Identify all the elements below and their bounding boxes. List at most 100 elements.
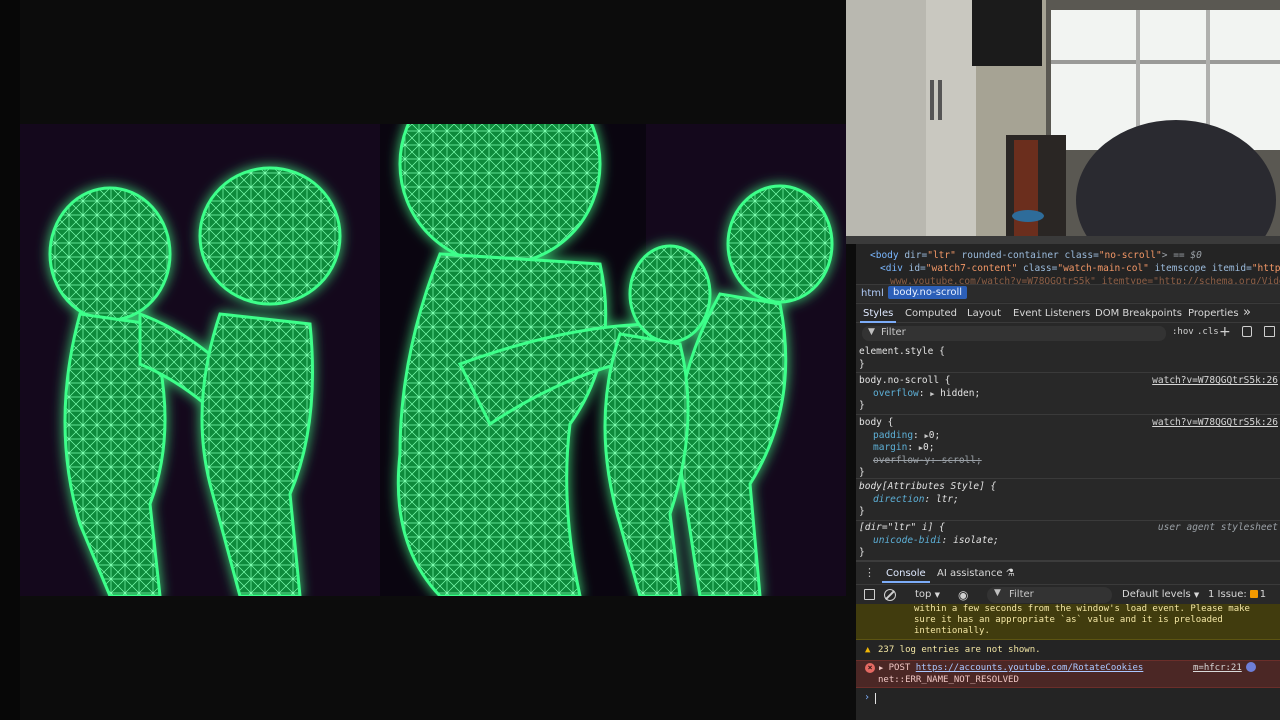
hidden-entries-note: ▲ 237 log entries are not shown.	[856, 644, 1280, 658]
dom-tag: <body	[870, 250, 899, 261]
filter-icon: ▼	[868, 327, 875, 337]
tab-properties[interactable]: Properties	[1188, 308, 1239, 319]
dom-attr-value: "ltr"	[927, 250, 956, 261]
console-prompt-icon: ›	[864, 692, 871, 703]
console-output: within a few seconds from the window's l…	[856, 604, 1280, 720]
css-property-overridden[interactable]: overflow-y	[873, 455, 930, 466]
css-value[interactable]: 0;	[923, 442, 934, 453]
styles-filter-row: ▼ Filter :hov .cls +	[856, 324, 1280, 343]
tab-styles[interactable]: Styles	[863, 308, 893, 319]
clear-icon[interactable]	[884, 589, 896, 601]
rule-source-label: user agent stylesheet	[1157, 522, 1278, 533]
styles-filter-input[interactable]	[862, 326, 1166, 341]
console-input-caret[interactable]	[875, 693, 876, 704]
dom-attr-value: "no-scroll"	[1098, 250, 1162, 261]
dom-selected-marker: > == $0	[1161, 250, 1202, 261]
webcam-image	[846, 0, 1280, 244]
style-rules: element.style { } body.no-scroll { watch…	[856, 344, 1280, 560]
rule-source-link[interactable]: watch?v=W78QGQtrS5k:26	[1152, 375, 1278, 388]
tab-dom-breakpoints[interactable]: DOM Breakpoints	[1095, 308, 1182, 319]
error-source-link[interactable]: m=hfcr:21	[1193, 663, 1242, 674]
rule-attributes-style: body[Attributes Style] { direction: ltr;…	[856, 481, 1280, 521]
drawer-tabbar: ⋮ Console AI assistance ⚗	[856, 562, 1280, 584]
issues-label: 1 Issue:	[1208, 589, 1247, 600]
warning-icon: ▲	[865, 645, 871, 655]
css-property: unicode-bidi	[873, 534, 942, 546]
hov-button[interactable]: :hov	[1172, 327, 1194, 337]
drawer-menu-icon[interactable]: ⋮	[864, 566, 875, 579]
rule-close: }	[859, 506, 865, 517]
context-select[interactable]: top ▼	[915, 589, 940, 600]
dom-attr: rounded-container class=	[955, 250, 1099, 261]
rule-selector[interactable]: element.style {	[859, 346, 1280, 359]
eye-icon[interactable]: ◉	[958, 588, 968, 602]
css-value-overridden[interactable]: scroll;	[942, 455, 982, 466]
log-levels-label: Default levels	[1122, 589, 1191, 600]
breadcrumb-html[interactable]: html	[861, 288, 884, 299]
neon-dancers-image	[20, 124, 846, 596]
css-value[interactable]: hidden;	[940, 388, 980, 399]
active-tab-indicator	[860, 321, 896, 323]
filter-icon: ▼	[994, 588, 1001, 598]
tab-ai-label: AI assistance	[937, 568, 1003, 579]
plus-icon[interactable]: +	[1219, 324, 1231, 340]
rule-close: }	[859, 467, 865, 478]
dom-attr-value: "watch7-content"	[925, 263, 1018, 274]
breadcrumb-body[interactable]: body.no-scroll	[888, 286, 968, 299]
sidebar-icon[interactable]	[1264, 326, 1275, 337]
issue-count: 1	[1259, 589, 1267, 600]
video-frame[interactable]	[20, 124, 846, 596]
dom-attr: dir=	[898, 250, 928, 261]
dom-tag: <div	[880, 263, 903, 274]
rule-source-link[interactable]: watch?v=W78QGQtrS5k:26	[1152, 417, 1278, 430]
breadcrumb: html body.no-scroll	[856, 284, 1280, 302]
css-property[interactable]: overflow	[873, 388, 919, 399]
paint-icon[interactable]	[1242, 326, 1252, 337]
console-filter-input[interactable]	[987, 587, 1112, 603]
css-value: isolate;	[953, 534, 999, 546]
css-property[interactable]: padding	[873, 430, 913, 441]
tab-layout[interactable]: Layout	[967, 308, 1001, 319]
hidden-entries-text: 237 log entries are not shown.	[878, 645, 1041, 655]
rule-user-agent: [dir="ltr" i] { user agent stylesheet un…	[859, 522, 1278, 558]
dom-attr: class=	[1017, 263, 1058, 274]
rule-body: body { watch?v=W78QGQtrS5k:26 padding: ▶…	[856, 417, 1280, 479]
video-player[interactable]	[0, 0, 856, 720]
console-filter-placeholder: Filter	[1009, 589, 1034, 600]
tab-computed[interactable]: Computed	[905, 308, 957, 319]
ai-explain-icon[interactable]	[1246, 662, 1256, 672]
console-warning-message: within a few seconds from the window's l…	[856, 604, 1280, 640]
filter-placeholder: Filter	[881, 327, 906, 338]
tab-console[interactable]: Console	[886, 568, 926, 579]
rule-close: }	[859, 400, 865, 411]
chevron-down-icon: ▼	[934, 591, 940, 599]
dom-node-body[interactable]: <body dir="ltr" rounded-container class=…	[870, 249, 1202, 262]
console-toolbar: top ▼ ◉ ▼ Filter Default levels ▼ 1 Issu…	[856, 584, 1280, 604]
rule-close: }	[859, 358, 865, 370]
dom-attr-value: "https://w	[1251, 263, 1280, 274]
active-tab-indicator	[882, 581, 930, 583]
error-icon: ×	[865, 663, 875, 673]
error-url-link[interactable]: https://accounts.youtube.com/RotateCooki…	[916, 663, 1144, 673]
issue-warning-icon	[1249, 590, 1258, 598]
error-method: POST	[888, 663, 911, 673]
tab-ai-assistance[interactable]: AI assistance ⚗	[937, 568, 1015, 579]
dom-attr-value: "watch-main-col"	[1057, 263, 1149, 274]
css-property[interactable]: margin	[873, 442, 907, 453]
tab-event-listeners[interactable]: Event Listeners	[1013, 308, 1090, 319]
expand-icon[interactable]: ▶	[879, 664, 883, 672]
css-value: ltr;	[935, 493, 959, 505]
dom-node-div[interactable]: <div id="watch7-content" class="watch-ma…	[880, 262, 1280, 275]
log-levels-select[interactable]: Default levels ▼	[1122, 589, 1199, 600]
console-sidebar-icon[interactable]	[864, 589, 875, 600]
cls-button[interactable]: .cls	[1197, 327, 1219, 337]
flask-icon: ⚗	[1005, 568, 1015, 579]
more-tabs-icon[interactable]: »	[1243, 305, 1251, 320]
rule-body-no-scroll: body.no-scroll { watch?v=W78QGQtrS5k:26 …	[856, 375, 1280, 415]
dom-tree: <body dir="ltr" rounded-container class=…	[856, 244, 1280, 284]
issues-button[interactable]: 1 Issue: 1	[1208, 589, 1266, 600]
css-property: direction	[873, 493, 925, 505]
dom-attr: itemscope itemid=	[1148, 263, 1252, 274]
dom-attr: id=	[902, 263, 926, 274]
css-value[interactable]: 0;	[929, 430, 940, 441]
